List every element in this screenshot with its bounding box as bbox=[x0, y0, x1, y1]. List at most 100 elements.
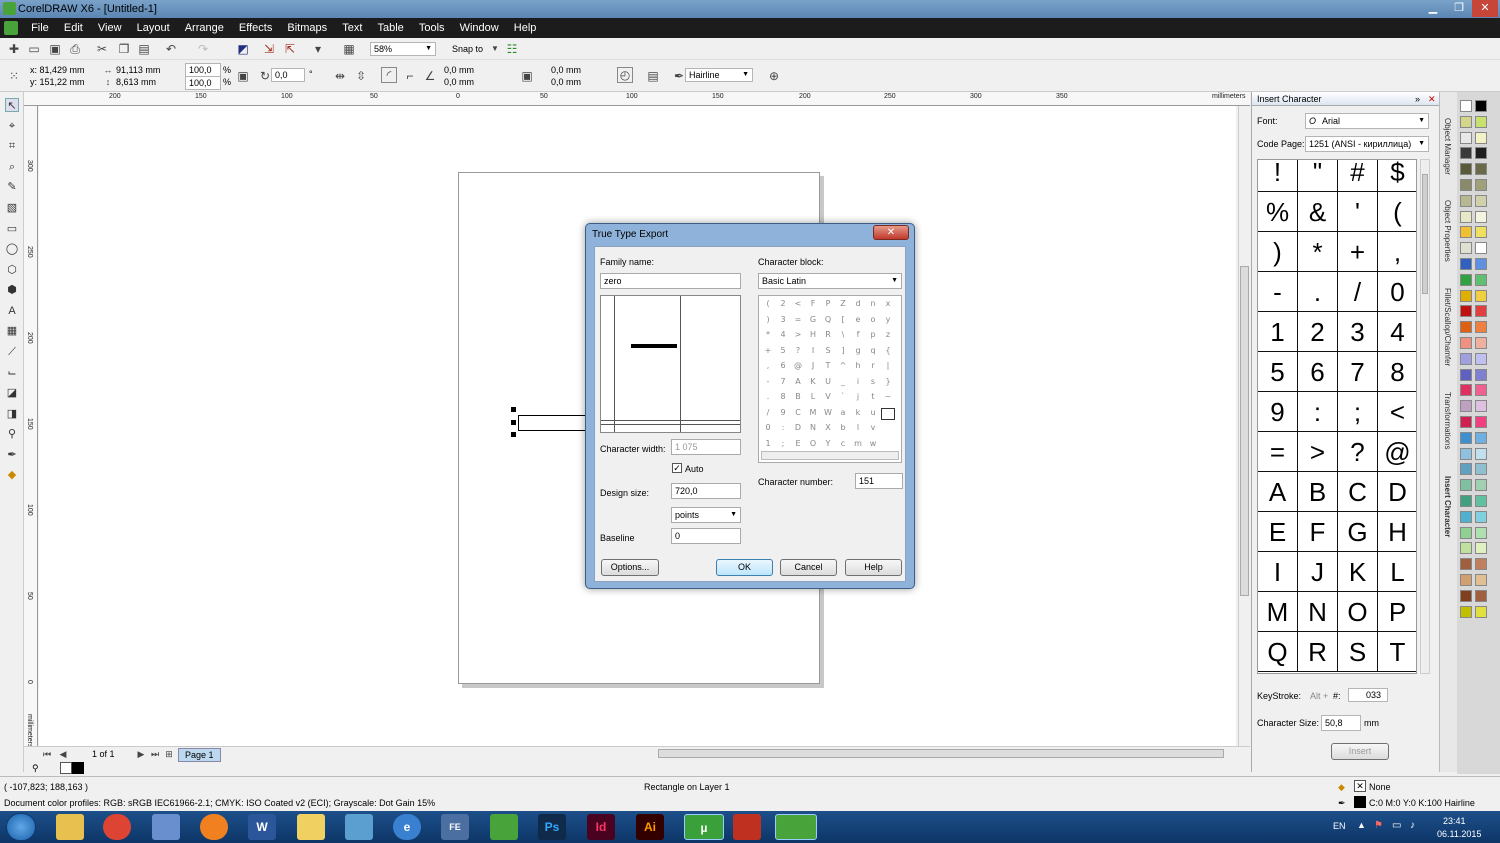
character-cell[interactable]: 5 bbox=[1258, 352, 1298, 392]
character-cell[interactable]: B bbox=[1298, 472, 1338, 512]
block-char-cell[interactable]: m bbox=[851, 439, 865, 448]
minimize-button[interactable]: ▁ bbox=[1420, 0, 1446, 17]
block-char-cell[interactable]: U bbox=[821, 377, 835, 386]
font-select[interactable]: O Arial ▼ bbox=[1305, 113, 1429, 129]
character-grid[interactable]: ! " # $% & '() * +, -./0 1 2 3 4 5 6 7 8 9:; < = >? @ A B C D E F G H… bbox=[1257, 159, 1417, 674]
tray-flag-icon[interactable]: ⚑ bbox=[1374, 820, 1383, 831]
block-char-cell[interactable]: { bbox=[881, 346, 895, 355]
block-char-cell[interactable]: q bbox=[866, 346, 880, 355]
character-cell[interactable]: 7 bbox=[1338, 352, 1378, 392]
block-char-cell[interactable]: v bbox=[866, 423, 880, 432]
block-char-cell[interactable]: E bbox=[791, 439, 805, 448]
block-grid-scrollbar[interactable] bbox=[761, 451, 899, 460]
block-char-cell[interactable]: ? bbox=[791, 346, 805, 355]
insert-button[interactable]: Insert bbox=[1331, 743, 1389, 760]
tab-insert-character[interactable]: Insert Character bbox=[1443, 476, 1452, 537]
character-width-input[interactable]: 1 075 bbox=[671, 439, 741, 455]
palette-swatch[interactable] bbox=[1475, 321, 1487, 334]
tray-network-icon[interactable]: ▭ bbox=[1392, 820, 1401, 831]
character-block-select[interactable]: Basic Latin ▼ bbox=[758, 273, 902, 289]
palette-swatch[interactable] bbox=[1475, 542, 1487, 555]
rectangle-tool-icon[interactable]: ▭ bbox=[5, 222, 19, 236]
palette-swatch[interactable] bbox=[1475, 368, 1487, 381]
open-icon[interactable]: ▭ bbox=[27, 42, 41, 56]
character-cell[interactable]: J bbox=[1298, 552, 1338, 592]
block-char-cell[interactable]: a bbox=[836, 408, 850, 417]
block-char-cell[interactable]: L bbox=[806, 392, 820, 401]
character-cell[interactable]: , bbox=[1378, 232, 1416, 272]
code-page-select[interactable]: 1251 (ANSI - кириллица) ▼ bbox=[1305, 136, 1429, 152]
palette-swatch[interactable] bbox=[1475, 416, 1487, 428]
character-cell[interactable]: I bbox=[1258, 552, 1298, 592]
cancel-button[interactable]: Cancel bbox=[780, 559, 837, 576]
polygon-tool-icon[interactable]: ⬡ bbox=[5, 263, 19, 277]
blend-tool-icon[interactable]: ◪ bbox=[5, 386, 19, 400]
character-cell[interactable]: C bbox=[1338, 472, 1378, 512]
block-char-cell[interactable]: R bbox=[821, 330, 835, 339]
character-cell[interactable]: : bbox=[1298, 392, 1338, 432]
mirror-vertical-icon[interactable]: ⇳ bbox=[354, 69, 368, 83]
block-char-cell[interactable]: w bbox=[866, 439, 880, 448]
taskbar-firefox[interactable] bbox=[200, 814, 228, 840]
width-field[interactable]: 91,113 mm bbox=[116, 64, 160, 76]
block-char-cell[interactable]: e bbox=[851, 315, 865, 324]
palette-swatch[interactable] bbox=[1460, 242, 1472, 255]
character-cell[interactable]: ? bbox=[1338, 432, 1378, 472]
fill-outline-swatches[interactable]: ⚲ bbox=[24, 762, 84, 776]
block-char-cell[interactable]: ) bbox=[761, 315, 775, 324]
block-char-cell[interactable]: 9 bbox=[776, 408, 790, 417]
taskbar-utorrent[interactable]: µ bbox=[684, 814, 724, 840]
palette-swatch[interactable] bbox=[1460, 495, 1472, 507]
selection-handle[interactable] bbox=[511, 432, 516, 437]
last-page-icon[interactable]: ⏭ bbox=[148, 747, 162, 761]
palette-swatch[interactable] bbox=[1475, 526, 1487, 539]
design-size-units-select[interactable]: points ▼ bbox=[671, 507, 741, 523]
block-char-cell[interactable]: P bbox=[821, 299, 835, 308]
snap-to-button[interactable]: Snap to bbox=[452, 43, 483, 55]
character-cell[interactable]: D bbox=[1378, 472, 1416, 512]
palette-swatch[interactable] bbox=[1460, 368, 1472, 381]
palette-swatch[interactable] bbox=[1460, 337, 1472, 349]
block-char-cell[interactable]: : bbox=[776, 423, 790, 432]
palette-swatch[interactable] bbox=[1475, 463, 1487, 476]
palette-swatch[interactable] bbox=[1460, 447, 1472, 460]
transparency-tool-icon[interactable]: ◨ bbox=[5, 407, 19, 421]
character-block-grid[interactable]: (2 < F P Zd n x) 3 = G Q[e o y * 4 > H R \ f p z +5? I S] g q{, 6 @ J… bbox=[758, 295, 902, 463]
palette-swatch[interactable] bbox=[1460, 542, 1472, 555]
character-cell[interactable]: 4 bbox=[1378, 312, 1416, 352]
block-char-cell[interactable] bbox=[881, 407, 895, 420]
taskbar-calculator[interactable] bbox=[152, 814, 180, 840]
smart-fill-tool-icon[interactable]: ▧ bbox=[5, 201, 19, 215]
character-cell[interactable]: % bbox=[1258, 192, 1298, 232]
taskbar-ccleaner[interactable] bbox=[733, 814, 761, 840]
palette-swatch[interactable] bbox=[1475, 510, 1487, 523]
corner-top-left-field[interactable]: 0,0 mm bbox=[444, 64, 474, 76]
palette-swatch[interactable] bbox=[1475, 258, 1487, 270]
block-char-cell[interactable]: M bbox=[806, 408, 820, 417]
block-char-cell[interactable]: c bbox=[836, 439, 850, 448]
language-indicator[interactable]: EN bbox=[1333, 821, 1346, 831]
vertical-ruler[interactable]: 300 250 200 150 100 50 0 millimeters bbox=[24, 106, 38, 747]
block-char-cell[interactable]: j bbox=[851, 392, 865, 401]
block-char-cell[interactable]: J bbox=[806, 361, 820, 370]
new-document-icon[interactable]: ✚ bbox=[7, 42, 21, 56]
tab-object-properties[interactable]: Object Properties bbox=[1443, 200, 1452, 262]
palette-swatch[interactable] bbox=[1460, 289, 1472, 302]
taskbar-folder[interactable] bbox=[297, 814, 325, 840]
block-char-cell[interactable]: C bbox=[791, 408, 805, 417]
menu-text[interactable]: Text bbox=[336, 18, 368, 38]
character-cell[interactable]: 0 bbox=[1378, 272, 1416, 312]
block-char-cell[interactable]: @ bbox=[791, 361, 805, 370]
block-char-cell[interactable]: p bbox=[866, 330, 880, 339]
menu-arrange[interactable]: Arrange bbox=[179, 18, 230, 38]
character-cell[interactable]: P bbox=[1378, 592, 1416, 632]
tab-object-manager[interactable]: Object Manager bbox=[1443, 118, 1452, 175]
character-cell[interactable]: & bbox=[1298, 192, 1338, 232]
options-icon[interactable]: ☷ bbox=[505, 42, 519, 56]
snap-to-dropdown-icon[interactable]: ▼ bbox=[488, 42, 502, 56]
character-cell[interactable]: O bbox=[1338, 592, 1378, 632]
block-char-cell[interactable]: Q bbox=[821, 315, 835, 324]
block-char-cell[interactable]: ^ bbox=[836, 361, 850, 370]
block-char-cell[interactable]: N bbox=[806, 423, 820, 432]
palette-swatch[interactable] bbox=[1460, 147, 1472, 160]
